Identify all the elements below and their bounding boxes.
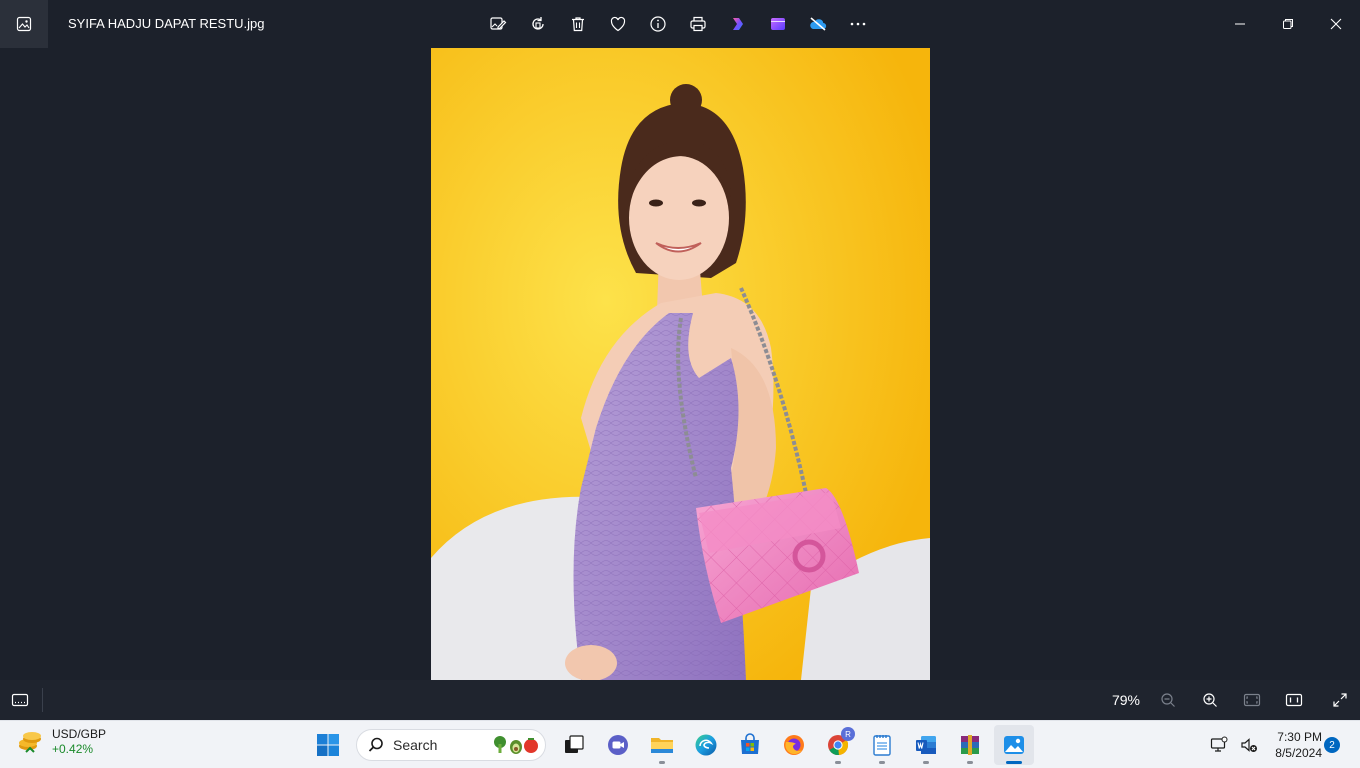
running-indicator xyxy=(967,761,973,764)
zoom-out-icon[interactable] xyxy=(1148,680,1188,720)
start-button[interactable] xyxy=(308,725,348,765)
image-canvas[interactable] xyxy=(0,48,1360,680)
taskbar-app-firefox[interactable] xyxy=(774,725,814,765)
restore-button[interactable] xyxy=(1264,0,1312,48)
vegetables-highlight-icon xyxy=(494,736,538,754)
clipchamp-icon[interactable] xyxy=(718,4,758,44)
filmstrip-icon[interactable] xyxy=(0,680,40,720)
actual-size-icon[interactable] xyxy=(1274,680,1314,720)
displayed-photo xyxy=(431,48,930,680)
rotate-icon[interactable] xyxy=(518,4,558,44)
winrar-icon xyxy=(961,735,979,755)
zoom-level: 79% xyxy=(1111,692,1141,708)
edit-image-icon[interactable] xyxy=(478,4,518,44)
active-app-indicator xyxy=(1006,761,1022,764)
taskbar-app-photos[interactable] xyxy=(994,725,1034,765)
notepad-icon xyxy=(873,735,891,756)
video-chat-icon xyxy=(608,735,628,755)
taskbar-search[interactable]: Search xyxy=(356,729,546,761)
taskbar-app-store[interactable] xyxy=(730,725,770,765)
more-icon[interactable] xyxy=(838,4,878,44)
edge-icon xyxy=(695,734,717,756)
search-icon xyxy=(368,737,383,752)
taskbar-app-edge[interactable] xyxy=(686,725,726,765)
zoom-in-icon[interactable] xyxy=(1190,680,1230,720)
print-icon[interactable] xyxy=(678,4,718,44)
coins-icon xyxy=(19,732,41,753)
currency-change: +0.42% xyxy=(52,742,94,756)
taskbar-app-winrar[interactable] xyxy=(950,725,990,765)
close-button[interactable] xyxy=(1312,0,1360,48)
photos-app-icon[interactable] xyxy=(0,0,48,48)
chrome-profile-badge: R xyxy=(841,727,855,741)
task-view-button[interactable] xyxy=(554,725,594,765)
running-indicator xyxy=(879,761,885,764)
currency-pair: USD/GBP xyxy=(52,727,107,741)
taskbar-app-chrome[interactable]: R xyxy=(818,725,858,765)
volume-muted-icon[interactable] xyxy=(1236,725,1262,765)
minimize-button[interactable] xyxy=(1216,0,1264,48)
clock-date: 8/5/2024 xyxy=(1275,746,1322,760)
taskbar-app-notepad[interactable] xyxy=(862,725,902,765)
currency-widget[interactable]: USD/GBP +0.42% xyxy=(16,727,106,757)
taskbar-app-file-explorer[interactable] xyxy=(642,725,682,765)
photos-icon xyxy=(1004,736,1024,754)
clock-time: 7:30 PM xyxy=(1277,730,1322,744)
firefox-icon xyxy=(784,735,804,755)
viewer-toolbar xyxy=(478,4,878,44)
taskbar: USD/GBP +0.42% Search R 7:30 PM 8/5/2024 xyxy=(0,720,1360,768)
network-icon[interactable] xyxy=(1206,725,1232,765)
video-editor-icon[interactable] xyxy=(758,4,798,44)
onedrive-off-icon[interactable] xyxy=(798,4,838,44)
taskbar-app-word[interactable] xyxy=(906,725,946,765)
taskbar-apps: Search R xyxy=(306,725,1036,765)
search-label: Search xyxy=(393,737,438,753)
taskbar-app-meet[interactable] xyxy=(598,725,638,765)
file-title: SYIFA HADJU DAPAT RESTU.jpg xyxy=(68,16,265,31)
favorite-icon[interactable] xyxy=(598,4,638,44)
bottom-bar-divider xyxy=(42,688,43,712)
system-tray xyxy=(1204,725,1264,765)
folder-icon xyxy=(651,738,673,753)
full-screen-icon[interactable] xyxy=(1320,680,1360,720)
running-indicator xyxy=(659,761,665,764)
fit-to-window-icon[interactable] xyxy=(1232,680,1272,720)
delete-icon[interactable] xyxy=(558,4,598,44)
running-indicator xyxy=(835,761,841,764)
task-view-icon xyxy=(565,735,584,753)
store-icon xyxy=(741,733,759,754)
windows-logo-icon xyxy=(317,734,339,756)
word-icon xyxy=(916,736,936,754)
notification-badge[interactable]: 2 xyxy=(1324,737,1340,753)
info-icon[interactable] xyxy=(638,4,678,44)
clock[interactable]: 7:30 PM 8/5/2024 xyxy=(1262,729,1322,761)
title-bar: SYIFA HADJU DAPAT RESTU.jpg xyxy=(0,0,1360,48)
viewer-bottom-bar: 79% xyxy=(0,680,1360,720)
running-indicator xyxy=(923,761,929,764)
window-controls xyxy=(1216,0,1360,48)
